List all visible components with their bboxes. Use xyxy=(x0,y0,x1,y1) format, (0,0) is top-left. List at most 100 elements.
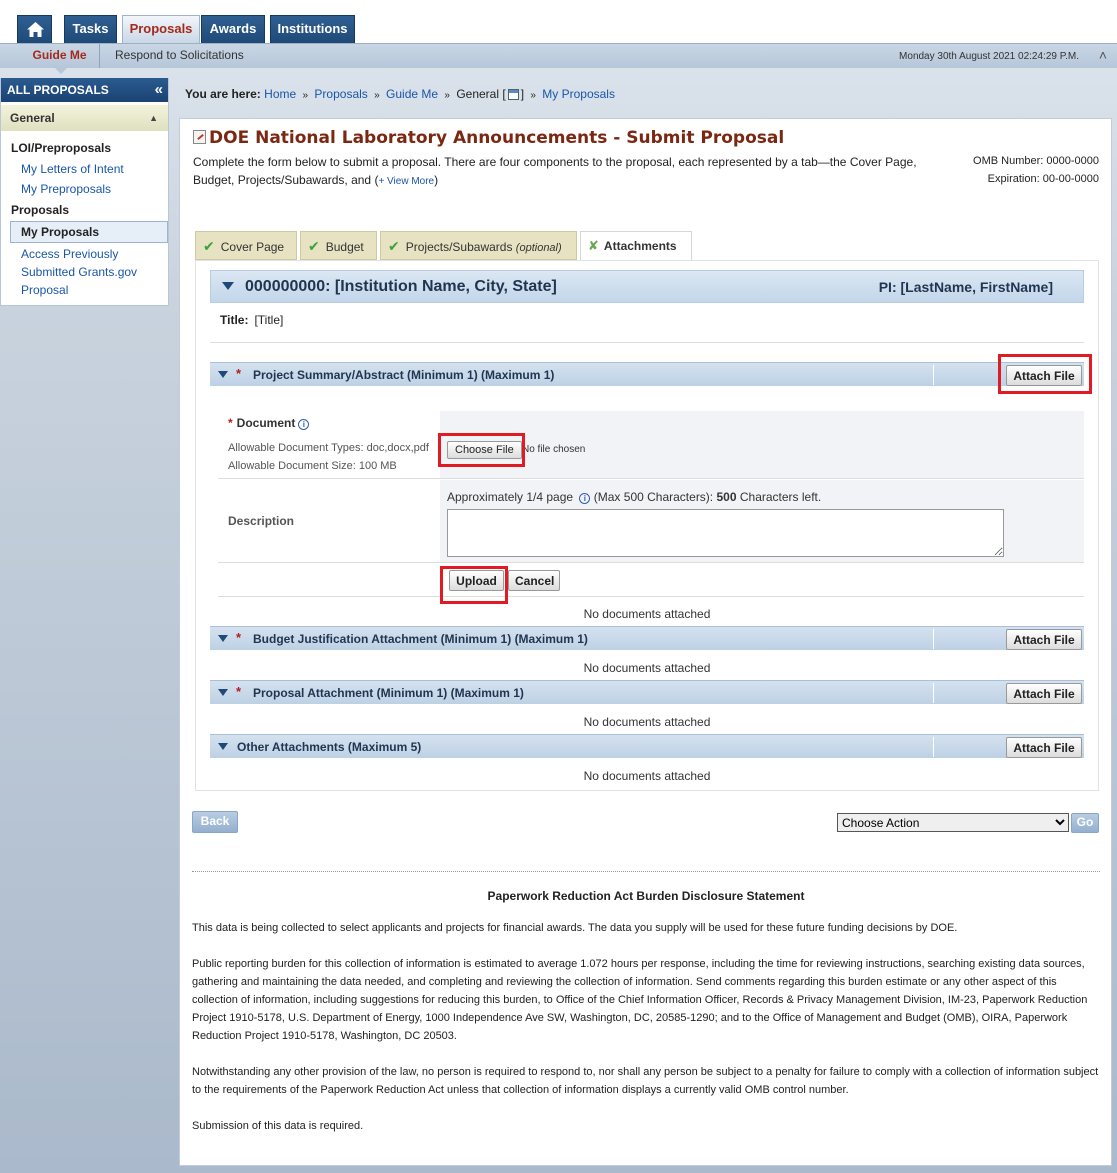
breadcrumb-separator: » xyxy=(374,90,380,101)
section-title: Project Summary/Abstract (Minimum 1) (Ma… xyxy=(253,368,555,382)
home-tab[interactable] xyxy=(17,15,52,43)
pi-name: PI: [LastName, FirstName] xyxy=(878,279,1053,295)
section-title: Other Attachments (Maximum 5) xyxy=(237,740,422,754)
tab-projects-subawards[interactable]: ✔ Projects/Subawards (optional) xyxy=(380,231,577,260)
expiration-label: Expiration: xyxy=(987,173,1040,185)
pra-paragraph: Public reporting burden for this collect… xyxy=(192,958,1088,1042)
description-row: Description Approximately 1/4 page i (Ma… xyxy=(218,480,1084,563)
tab-proposals[interactable]: Proposals xyxy=(122,15,200,43)
chevron-up-icon: ▲ xyxy=(149,113,158,123)
section-title: Proposal Attachment (Minimum 1) (Maximum… xyxy=(253,686,524,700)
collapse-triangle-icon xyxy=(218,635,228,642)
omb-info: OMB Number: 0000-0000 Expiration: 00-00-… xyxy=(973,152,1099,188)
breadcrumb-proposals[interactable]: Proposals xyxy=(314,87,367,101)
tab-cover-page-label: Cover Page xyxy=(220,240,285,254)
sidebar-section-label: General xyxy=(10,111,55,125)
sidebar-item-my-proposals[interactable]: My Proposals xyxy=(10,221,168,243)
sidebar-group-loi: LOI/Preproposals xyxy=(11,141,112,155)
required-star-icon: * xyxy=(236,684,242,699)
sidebar-header: ALL PROPOSALS « xyxy=(1,78,168,102)
form-tabs: ✔ Cover Page ✔ Budget ✔ Projects/Subawards … xyxy=(195,231,1099,260)
sub-navigation: Guide Me Respond to Solicitations Monday… xyxy=(0,43,1117,74)
allowed-size: Allowable Document Size: 100 MB xyxy=(228,460,397,472)
sidebar-title: ALL PROPOSALS xyxy=(7,83,109,97)
sidebar-group-proposals: Proposals xyxy=(11,203,70,217)
section-project-summary[interactable]: * Project Summary/Abstract (Minimum 1) (… xyxy=(210,362,1084,386)
checkmark-icon: ✔ xyxy=(308,238,320,254)
divider xyxy=(933,737,934,757)
pra-paragraph: Notwithstanding any other provision of t… xyxy=(192,1066,1099,1096)
description-textarea[interactable] xyxy=(447,509,1004,557)
breadcrumb-guide-me[interactable]: Guide Me xyxy=(386,87,438,101)
tools-icon: ✘ xyxy=(588,238,599,253)
go-button[interactable]: Go xyxy=(1071,813,1099,833)
tab-tasks[interactable]: Tasks xyxy=(64,15,117,43)
breadcrumb: You are here: Home » Proposals » Guide M… xyxy=(185,87,615,101)
tab-attachments[interactable]: ✘ Attachments xyxy=(580,231,692,260)
sidebar-item-preproposals[interactable]: My Preproposals xyxy=(1,179,168,199)
attach-file-button[interactable]: Attach File xyxy=(1006,629,1082,650)
allowed-types: Allowable Document Types: doc,docx,pdf xyxy=(228,442,429,454)
institution-name: 000000000: [Institution Name, City, Stat… xyxy=(245,278,557,295)
cancel-button[interactable]: Cancel xyxy=(508,570,560,591)
tab-projects-label: Projects/Subawards xyxy=(405,240,513,254)
checkmark-icon: ✔ xyxy=(388,238,400,254)
active-caret xyxy=(55,68,67,74)
choose-action-select[interactable]: Choose Action xyxy=(837,813,1069,832)
pra-paragraph: Submission of this data is required. xyxy=(192,1120,364,1132)
collapse-sidebar-icon[interactable]: « xyxy=(155,78,163,102)
guide-me-label: Guide Me xyxy=(32,48,87,62)
document-row: * Document i Allowable Document Types: doc… xyxy=(218,411,1084,479)
attach-file-button[interactable]: Attach File xyxy=(1006,683,1082,704)
info-icon[interactable]: i xyxy=(298,419,310,430)
required-star-icon: * xyxy=(236,630,242,645)
breadcrumb-home[interactable]: Home xyxy=(264,87,296,101)
divider xyxy=(192,871,1100,872)
sidebar-section-general[interactable]: General ▲ xyxy=(1,105,168,131)
sidebar: ALL PROPOSALS « General ▲ LOI/Preproposa… xyxy=(0,78,169,306)
upload-actions: Upload Cancel xyxy=(218,563,1084,597)
attach-file-button[interactable]: Attach File xyxy=(1006,737,1082,758)
divider xyxy=(210,342,1084,343)
tab-attachments-label: Attachments xyxy=(603,239,677,253)
section-other-attachments[interactable]: Other Attachments (Maximum 5) Attach Fil… xyxy=(210,734,1084,758)
main-panel: DOE National Laboratory Announcements - … xyxy=(179,118,1112,1166)
file-status: No file chosen xyxy=(522,444,586,455)
section-status: No documents attached xyxy=(583,769,711,783)
tab-budget-label: Budget xyxy=(325,240,364,254)
description-label: Description xyxy=(228,514,295,528)
section-status: No documents attached xyxy=(583,661,711,675)
tab-budget[interactable]: ✔ Budget xyxy=(300,231,377,260)
tab-institutions[interactable]: Institutions xyxy=(270,15,355,43)
tab-cover-page[interactable]: ✔ Cover Page xyxy=(195,231,297,260)
calendar-icon[interactable] xyxy=(507,89,519,100)
view-more-link[interactable]: + View More xyxy=(378,176,434,187)
collapse-triangle-icon xyxy=(222,282,234,290)
breadcrumb-general: General [ xyxy=(456,87,506,101)
breadcrumb-label: You are here: xyxy=(185,87,261,101)
required-star-icon: * xyxy=(228,416,233,430)
omb-number-value: 0000-0000 xyxy=(1046,155,1099,167)
attachments-panel: 000000000: [Institution Name, City, Stat… xyxy=(195,260,1099,791)
collapse-icon[interactable]: ˄ xyxy=(1099,47,1107,63)
institution-header[interactable]: 000000000: [Institution Name, City, Stat… xyxy=(210,270,1084,303)
section-proposal-attachment[interactable]: * Proposal Attachment (Minimum 1) (Maxim… xyxy=(210,680,1084,704)
breadcrumb-general-end: ] xyxy=(520,87,525,101)
breadcrumb-my-proposals[interactable]: My Proposals xyxy=(542,87,615,101)
sidebar-item-letters-of-intent[interactable]: My Letters of Intent xyxy=(1,159,168,179)
description-help: Approximately 1/4 page i (Max 500 Charac… xyxy=(447,490,821,504)
current-datetime: Monday 30th August 2021 02:24:29 P.M. xyxy=(899,51,1079,62)
pra-paragraph: This data is being collected to select a… xyxy=(192,922,958,934)
expiration-value: 00-00-0000 xyxy=(1042,173,1099,185)
collapse-triangle-icon xyxy=(218,689,228,696)
page-title-text: DOE National Laboratory Announcements - … xyxy=(209,128,785,148)
sidebar-item-access-grants-gov[interactable]: Access Previously Submitted Grants.gov P… xyxy=(1,243,141,305)
subnav-guide-me[interactable]: Guide Me xyxy=(20,44,100,74)
tab-awards[interactable]: Awards xyxy=(201,15,265,43)
pra-title: Paperwork Reduction Act Burden Disclosur… xyxy=(487,889,805,903)
section-budget-justification[interactable]: * Budget Justification Attachment (Minim… xyxy=(210,626,1084,650)
subnav-respond-to-solicitations[interactable]: Respond to Solicitations xyxy=(115,48,244,62)
back-button[interactable]: Back xyxy=(192,811,238,833)
edit-document-icon xyxy=(193,130,206,144)
info-icon[interactable]: i xyxy=(579,493,591,504)
